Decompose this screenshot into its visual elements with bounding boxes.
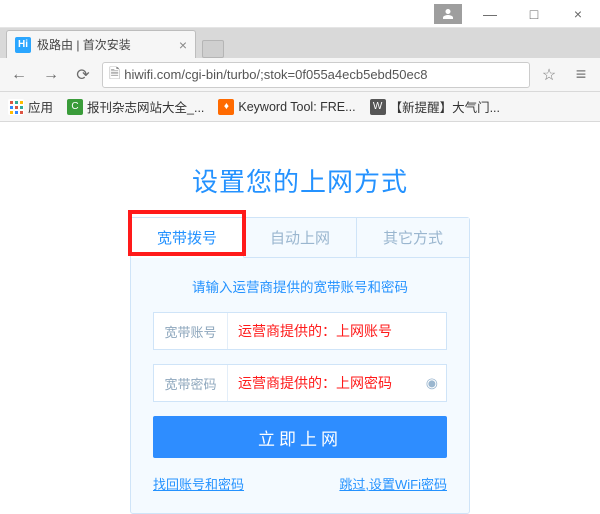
bookmark-item[interactable]: ♦ Keyword Tool: FRE...: [218, 99, 355, 115]
page-title: 设置您的上网方式: [192, 162, 408, 199]
site-info-icon[interactable]: 🗎: [109, 63, 120, 87]
window-minimize-button[interactable]: —: [468, 0, 512, 28]
account-label: 宽带账号: [154, 313, 228, 349]
browser-tabstrip: Hi 极路由 | 首次安装 ×: [0, 28, 600, 58]
bookmark-star-icon[interactable]: ☆: [536, 62, 562, 88]
card-body: 请输入运营商提供的宽带账号和密码 宽带账号 宽带密码 ◉ 立即上网 找回账号和密…: [131, 258, 469, 513]
bookmark-icon: W: [370, 99, 386, 115]
reload-button[interactable]: ⟳: [70, 62, 96, 88]
bookmark-item[interactable]: W 【新提醒】大气门...: [370, 97, 500, 116]
password-label: 宽带密码: [154, 365, 228, 401]
bookmark-label: 【新提醒】大气门...: [390, 97, 500, 116]
forward-button[interactable]: →: [38, 62, 64, 88]
browser-menu-icon[interactable]: ≡: [568, 62, 594, 88]
setup-card: 宽带拨号 自动上网 其它方式 请输入运营商提供的宽带账号和密码 宽带账号 宽带密…: [130, 217, 470, 514]
password-input[interactable]: [228, 365, 446, 401]
bookmark-label: Keyword Tool: FRE...: [238, 100, 355, 114]
bookmark-icon: ♦: [218, 99, 234, 115]
window-titlebar: — □ ×: [0, 0, 600, 28]
tab-title: 极路由 | 首次安装: [37, 36, 131, 53]
bookmark-icon: C: [67, 99, 83, 115]
favicon: Hi: [15, 37, 31, 53]
new-tab-button[interactable]: [202, 40, 224, 58]
bookmark-label: 报刊杂志网站大全_...: [87, 97, 204, 116]
recover-account-link[interactable]: 找回账号和密码: [153, 474, 244, 493]
window-close-button[interactable]: ×: [556, 0, 600, 28]
bookmark-item[interactable]: C 报刊杂志网站大全_...: [67, 97, 204, 116]
tab-dhcp[interactable]: 自动上网: [244, 218, 357, 258]
address-text: hiwifi.com/cgi-bin/turbo/;stok=0f055a4ec…: [124, 67, 427, 82]
skip-setup-link[interactable]: 跳过,设置WiFi密码: [339, 474, 447, 493]
browser-toolbar: ← → ⟳ 🗎 hiwifi.com/cgi-bin/turbo/;stok=0…: [0, 58, 600, 92]
reveal-password-icon[interactable]: ◉: [426, 375, 438, 392]
apps-label: 应用: [28, 97, 53, 116]
address-bar[interactable]: 🗎 hiwifi.com/cgi-bin/turbo/;stok=0f055a4…: [102, 62, 530, 88]
tab-other[interactable]: 其它方式: [357, 218, 469, 258]
account-input[interactable]: [228, 313, 446, 349]
connection-tabs: 宽带拨号 自动上网 其它方式: [131, 218, 469, 258]
bookmarks-bar: 应用 C 报刊杂志网站大全_... ♦ Keyword Tool: FRE...…: [0, 92, 600, 122]
account-field: 宽带账号: [153, 312, 447, 350]
back-button[interactable]: ←: [6, 62, 32, 88]
account-icon[interactable]: [434, 4, 462, 24]
apps-shortcut[interactable]: 应用: [8, 97, 53, 116]
tab-close-icon[interactable]: ×: [179, 37, 187, 53]
page-content: 设置您的上网方式 宽带拨号 自动上网 其它方式 请输入运营商提供的宽带账号和密码…: [0, 122, 600, 510]
tab-pppoe[interactable]: 宽带拨号: [131, 218, 244, 258]
apps-icon: [8, 99, 24, 115]
browser-tab[interactable]: Hi 极路由 | 首次安装 ×: [6, 30, 196, 58]
window-maximize-button[interactable]: □: [512, 0, 556, 28]
form-hint: 请输入运营商提供的宽带账号和密码: [192, 276, 408, 296]
footer-links: 找回账号和密码 跳过,设置WiFi密码: [153, 474, 447, 493]
password-field: 宽带密码 ◉: [153, 364, 447, 402]
connect-button[interactable]: 立即上网: [153, 416, 447, 458]
